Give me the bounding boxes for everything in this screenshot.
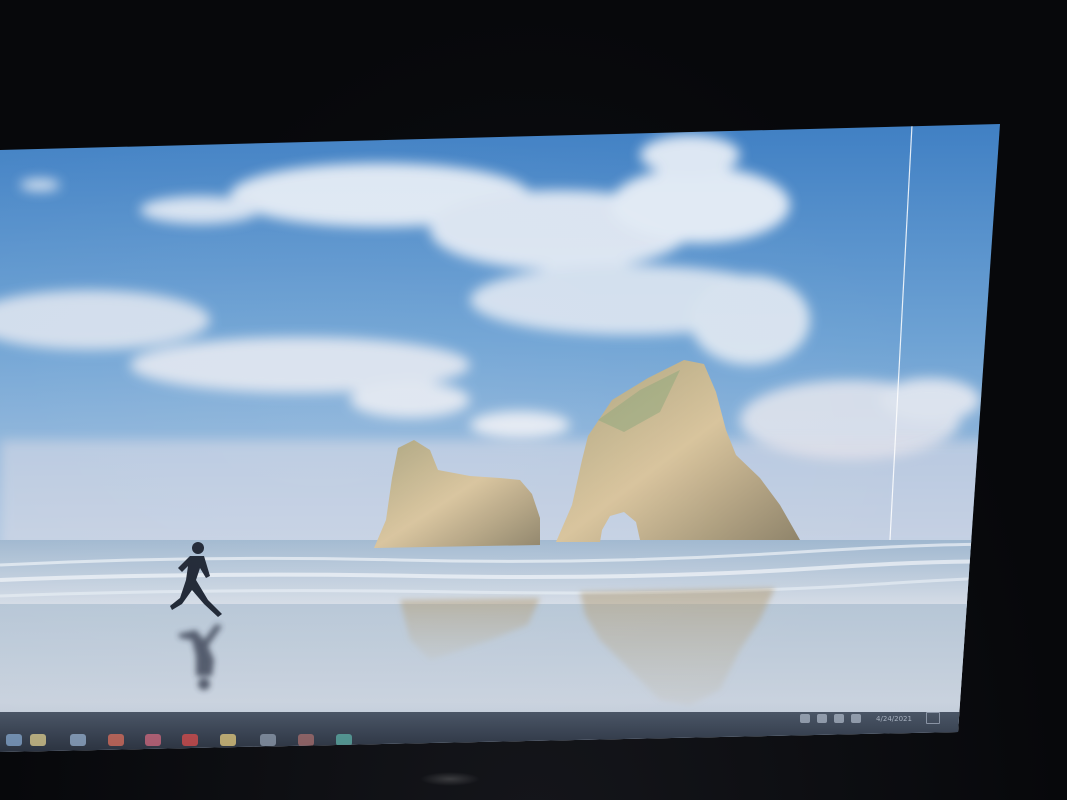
tray-date: 4/24/2021	[876, 715, 912, 723]
battery-icon[interactable]	[817, 714, 827, 723]
terminal-icon[interactable]	[298, 734, 314, 746]
tray-time: 6:59 PM	[879, 706, 909, 714]
search-icon[interactable]	[70, 734, 86, 746]
folder-icon[interactable]	[220, 734, 236, 746]
file-explorer-icon[interactable]	[30, 734, 46, 746]
chrome-icon[interactable]	[108, 734, 124, 746]
bezel-glint	[420, 772, 480, 786]
media-icon[interactable]	[182, 734, 198, 746]
notification-icon[interactable]	[926, 712, 940, 724]
chevron-up-icon[interactable]	[800, 714, 810, 723]
volume-icon[interactable]	[851, 714, 861, 723]
tray-clock[interactable]: 6:59 PM 4/24/2021	[868, 706, 920, 724]
app-icon[interactable]	[145, 734, 161, 746]
network-icon[interactable]	[834, 714, 844, 723]
app-icon[interactable]	[336, 734, 352, 746]
start-icon[interactable]	[6, 734, 22, 746]
app-icon[interactable]	[260, 734, 276, 746]
